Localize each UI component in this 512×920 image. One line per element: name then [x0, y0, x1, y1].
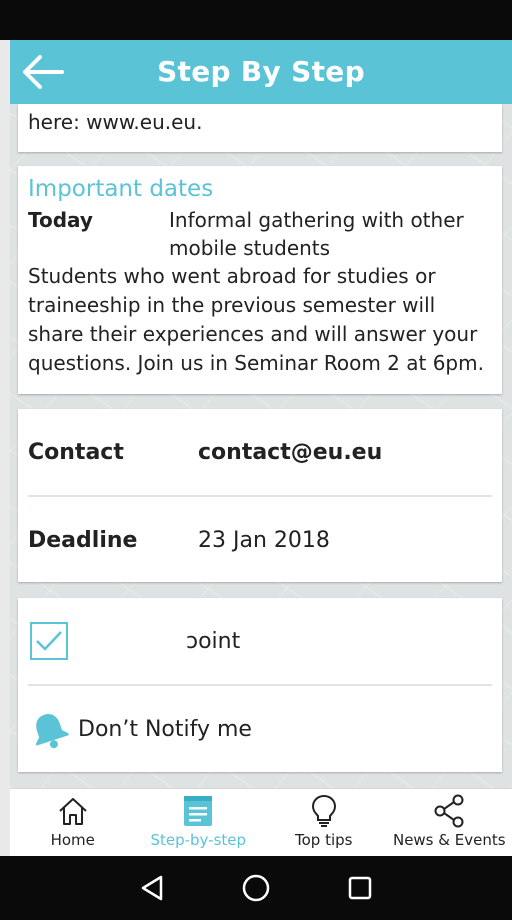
- date-label: Today: [28, 208, 93, 232]
- nav-step-by-step-label: Step-by-step: [150, 831, 247, 849]
- system-home-button[interactable]: [236, 868, 276, 908]
- nav-top-tips-label: Top tips: [295, 831, 353, 849]
- circle-home-icon: [242, 874, 270, 902]
- nav-top-tips[interactable]: Top tips: [261, 789, 387, 856]
- contact-label: Contact: [28, 439, 124, 465]
- deadline-row: Deadline 23 Jan 2018: [28, 497, 492, 583]
- system-navigation-bar: [0, 856, 512, 920]
- important-dates-heading: Important dates: [28, 176, 214, 202]
- nav-home-label: Home: [50, 831, 95, 849]
- deadline-label: Deadline: [28, 527, 138, 553]
- bottom-navigation: Home Step-by-step Top tips News & Events: [10, 788, 512, 856]
- date-event-title: Informal gathering with other mobile stu…: [169, 208, 464, 260]
- contact-email[interactable]: contact@eu.eu: [198, 440, 382, 465]
- lightbulb-icon: [311, 794, 336, 827]
- checkbox-label: ɔoint: [186, 628, 241, 654]
- link-text[interactable]: here: www.eu.eu.: [28, 110, 202, 134]
- link-card: here: www.eu.eu.: [18, 104, 502, 152]
- notify-card: ɔoint Don’t Notify me: [18, 598, 502, 772]
- dont-notify-label: Don’t Notify me: [78, 716, 252, 742]
- checkbox[interactable]: [30, 622, 68, 660]
- nav-home[interactable]: Home: [10, 789, 136, 856]
- dont-notify-row[interactable]: Don’t Notify me: [28, 686, 492, 772]
- checkmark-icon: [36, 631, 62, 651]
- page-title: Step By Step: [157, 55, 365, 88]
- arrow-left-icon: [23, 55, 64, 89]
- square-recents-icon: [348, 876, 372, 900]
- app-bar: Step By Step: [10, 40, 512, 104]
- nav-news-events-label: News & Events: [392, 831, 506, 849]
- info-card: Contact contact@eu.eu Deadline 23 Jan 20…: [18, 409, 502, 582]
- deadline-value: 23 Jan 2018: [198, 527, 330, 553]
- share-icon: [434, 794, 464, 828]
- document-icon: [184, 796, 213, 826]
- content-scroll-area[interactable]: here: www.eu.eu. Important dates Today I…: [10, 104, 512, 788]
- contact-row: Contact contact@eu.eu: [28, 409, 492, 495]
- checkbox-row[interactable]: ɔoint: [28, 598, 492, 684]
- nav-step-by-step[interactable]: Step-by-step: [136, 789, 262, 856]
- date-event-description: Students who went abroad for studies or …: [28, 264, 484, 375]
- triangle-back-icon: [141, 875, 163, 901]
- date-row: Today Informal gathering with other mobi…: [28, 206, 492, 262]
- system-back-button[interactable]: [132, 868, 172, 908]
- nav-news-events[interactable]: News & Events: [387, 789, 512, 856]
- home-icon: [59, 798, 87, 825]
- system-recents-button[interactable]: [340, 868, 380, 908]
- bell-icon: [35, 714, 69, 749]
- back-button[interactable]: [10, 40, 74, 104]
- important-dates-card: Important dates Today Informal gathering…: [18, 166, 502, 394]
- status-bar: [0, 0, 512, 40]
